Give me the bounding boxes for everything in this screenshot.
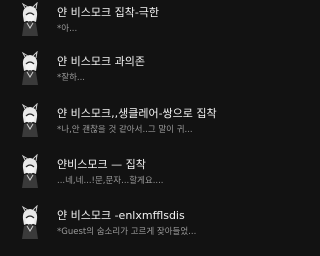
chat-list-item[interactable]: 얀 비스모크,,생클레어-쌍으로 집착 *나,안 괜찮을 것 같아서..그 말이… xyxy=(0,101,256,141)
chat-title: 얀 비스모크 -enlxmfflsdis xyxy=(57,209,185,222)
character-avatar-icon xyxy=(18,2,42,36)
chat-list-item[interactable]: 얀 비스모크 집착-극한 *아... xyxy=(0,0,256,40)
chat-list-item[interactable]: 얀 비스모크 과의존 *잘하... xyxy=(0,49,256,89)
character-avatar-icon xyxy=(18,205,42,239)
chat-list-item[interactable]: 얀 비스모크 -enlxmfflsdis *Guest의 숨소리가 고르게 잦아… xyxy=(0,203,256,243)
chat-list-item[interactable]: 얀비스모크 — 집착 ...네,네...!문,문자...할게요.... xyxy=(0,152,256,192)
chat-preview: *Guest의 숨소리가 고르게 잦아들었... xyxy=(57,227,197,237)
chat-preview: *잘하... xyxy=(57,73,85,83)
chat-title: 얀 비스모크 과의존 xyxy=(57,55,145,68)
chat-title: 얀비스모크 — 집착 xyxy=(57,158,146,171)
character-avatar-icon xyxy=(18,154,42,188)
character-avatar-icon xyxy=(18,51,42,85)
chat-preview: ...네,네...!문,문자...할게요.... xyxy=(57,176,164,186)
chat-title: 얀 비스모크,,생클레어-쌍으로 집착 xyxy=(57,107,217,120)
chat-title: 얀 비스모크 집착-극한 xyxy=(57,6,160,19)
chat-preview: *아... xyxy=(57,24,78,34)
chat-preview: *나,안 괜찮을 것 같아서..그 말이 귀... xyxy=(57,125,193,135)
character-avatar-icon xyxy=(18,103,42,137)
chat-list: 얀 비스모크 집착-극한 *아... 얀 비스모크 과의존 *잘하... 얀 비… xyxy=(0,0,256,256)
